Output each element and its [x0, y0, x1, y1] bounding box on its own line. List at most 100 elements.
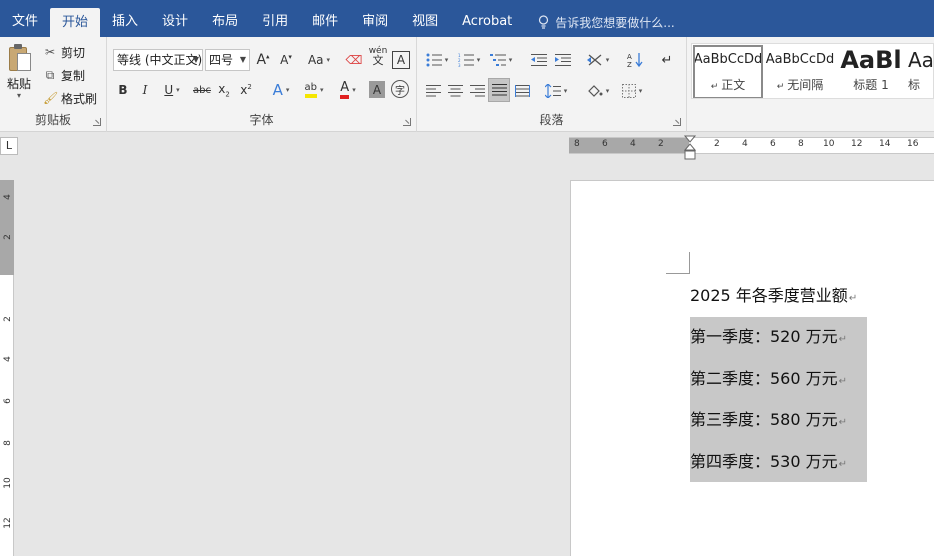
justify-button[interactable] — [488, 78, 510, 102]
copy-label: 复制 — [61, 68, 86, 83]
shrink-font-icon: A▾ — [280, 53, 292, 67]
style-normal[interactable]: AaBbCcDd ↵ 正文 — [692, 44, 764, 98]
cut-button[interactable]: ✂ 剪切 — [43, 42, 85, 62]
bold-button[interactable]: B — [115, 79, 131, 101]
character-shading-icon: A — [372, 82, 382, 97]
document-line[interactable]: 第四季度：530 万元↵ — [690, 450, 847, 474]
character-border-button[interactable]: A — [392, 51, 410, 69]
vertical-ruler[interactable]: 4 2 2 4 6 8 10 12 — [0, 180, 14, 556]
tab-home[interactable]: 开始 — [50, 8, 101, 37]
shrink-font-button[interactable]: A▾ — [277, 49, 295, 71]
tab-selector[interactable]: L — [0, 137, 18, 155]
copy-button[interactable]: ⧉ 复制 — [43, 65, 85, 85]
ruler-left-margin — [569, 138, 689, 153]
align-center-button[interactable] — [445, 80, 465, 102]
tell-me-text: 告诉我您想要做什么... — [555, 15, 675, 30]
chevron-down-icon[interactable]: ▾ — [4, 92, 34, 100]
tell-me-search[interactable]: 告诉我您想要做什么... — [524, 0, 675, 37]
tab-mailings[interactable]: 邮件 — [300, 0, 350, 37]
paragraph-mark: ↵ — [838, 376, 848, 387]
bullets-button[interactable]: ▾ — [423, 49, 451, 71]
line-spacing-icon — [544, 84, 561, 98]
underline-button[interactable]: U ▾ — [159, 79, 185, 101]
tab-acrobat[interactable]: Acrobat — [450, 0, 524, 37]
horizontal-ruler[interactable]: 8 6 4 2 2 4 6 8 10 12 14 16 — [569, 137, 934, 154]
grow-font-button[interactable]: A▴ — [254, 49, 272, 71]
sort-button[interactable]: AZ — [625, 49, 645, 71]
phonetic-guide-button[interactable]: wén 文 — [368, 45, 388, 67]
align-center-icon — [447, 85, 463, 97]
highlight-button[interactable]: ab ▾ — [299, 79, 329, 101]
superscript-icon: x2 — [240, 83, 252, 97]
strikethrough-button[interactable]: abc — [191, 79, 213, 101]
document-line[interactable]: 第三季度：580 万元↵ — [690, 408, 847, 432]
increase-indent-button[interactable] — [553, 49, 573, 71]
shading-button[interactable]: ▾ — [583, 80, 613, 102]
borders-button[interactable]: ▾ — [617, 80, 647, 102]
tab-references[interactable]: 引用 — [250, 0, 300, 37]
decrease-indent-button[interactable] — [529, 49, 549, 71]
font-size-select[interactable]: 四号 ▼ — [205, 49, 250, 71]
line-spacing-button[interactable]: ▾ — [541, 80, 571, 102]
superscript-button[interactable]: x2 — [237, 79, 255, 101]
tab-view[interactable]: 视图 — [400, 0, 450, 37]
character-shading-button[interactable]: A — [369, 81, 385, 98]
chinese-layout-button[interactable]: ▾ — [583, 49, 613, 71]
clipboard-group-label: 剪贴板 — [34, 113, 71, 127]
ruler-label: 12 — [3, 517, 13, 529]
multilevel-list-button[interactable]: ▾ — [487, 49, 515, 71]
font-color-button[interactable]: A ▾ — [333, 79, 363, 101]
styles-gallery: AaBbCcDd ↵ 正文 AaBbCcDd ↵ 无间隔 AaBl 标题 1 A… — [691, 43, 934, 99]
style-heading-2[interactable]: Aa 标 — [908, 44, 933, 98]
document-title[interactable]: 2025 年各季度营业额↵ — [690, 284, 857, 308]
align-right-button[interactable] — [467, 80, 487, 102]
clipboard-launcher-icon[interactable] — [93, 118, 101, 126]
font-name-select[interactable]: 等线 (中文正文) ▼ — [113, 49, 203, 71]
sort-az-icon: AZ — [627, 53, 643, 68]
style-name: 无间隔 — [787, 78, 824, 92]
ruler-label: 8 — [798, 139, 804, 149]
subscript-button[interactable]: x2 — [215, 79, 233, 101]
font-color-icon: A — [340, 81, 350, 99]
style-heading-1[interactable]: AaBl 标题 1 — [836, 44, 906, 98]
tab-insert[interactable]: 插入 — [100, 0, 150, 37]
tab-design[interactable]: 设计 — [150, 0, 200, 37]
format-painter-button[interactable]: 🖌 格式刷 — [43, 88, 97, 108]
svg-text:Z: Z — [627, 61, 632, 68]
paste-button[interactable]: 粘贴 ▾ — [4, 43, 34, 100]
show-paragraph-marks-button[interactable]: ↵ — [657, 49, 677, 71]
font-launcher-icon[interactable] — [403, 118, 411, 126]
align-left-button[interactable] — [423, 80, 443, 102]
indent-marker-icon[interactable] — [684, 134, 696, 162]
return-arrow-icon: ↵ — [661, 52, 673, 68]
justify-icon — [491, 84, 507, 96]
style-no-spacing[interactable]: AaBbCcDd ↵ 无间隔 — [764, 44, 836, 98]
text-effects-icon: A — [272, 81, 283, 99]
distributed-button[interactable] — [512, 80, 532, 102]
ruler-label: 6 — [602, 139, 608, 149]
document-line[interactable]: 第一季度：520 万元↵ — [690, 325, 847, 349]
enclose-characters-button[interactable]: 字 — [391, 80, 409, 98]
paint-bucket-icon — [587, 85, 603, 97]
tab-file[interactable]: 文件 — [0, 0, 50, 37]
copy-icon: ⧉ — [45, 68, 55, 82]
borders-icon — [621, 84, 636, 98]
character-border-icon: A — [396, 53, 406, 67]
svg-text:3: 3 — [458, 63, 461, 67]
underline-icon: U — [164, 83, 174, 97]
multilevel-list-icon — [489, 54, 506, 66]
tab-review[interactable]: 审阅 — [350, 0, 400, 37]
ruler-label: 2 — [658, 139, 664, 149]
paragraph-mark: ↵ — [838, 334, 848, 345]
numbering-button[interactable]: 1 2 3 ▾ — [455, 49, 483, 71]
document-line[interactable]: 第二季度：560 万元↵ — [690, 367, 847, 391]
text-effects-button[interactable]: A ▾ — [267, 79, 295, 101]
clear-format-button[interactable]: ⌫ — [345, 49, 363, 71]
paragraph-launcher-icon[interactable] — [673, 118, 681, 126]
paste-label: 粘贴 — [6, 77, 31, 91]
tab-layout[interactable]: 布局 — [200, 0, 250, 37]
change-case-button[interactable]: Aa ▾ — [303, 49, 335, 71]
italic-button[interactable]: I — [137, 79, 153, 101]
ruler-label: 4 — [3, 194, 13, 200]
styles-group: AaBbCcDd ↵ 正文 AaBbCcDd ↵ 无间隔 AaBl 标题 1 A… — [687, 37, 934, 132]
